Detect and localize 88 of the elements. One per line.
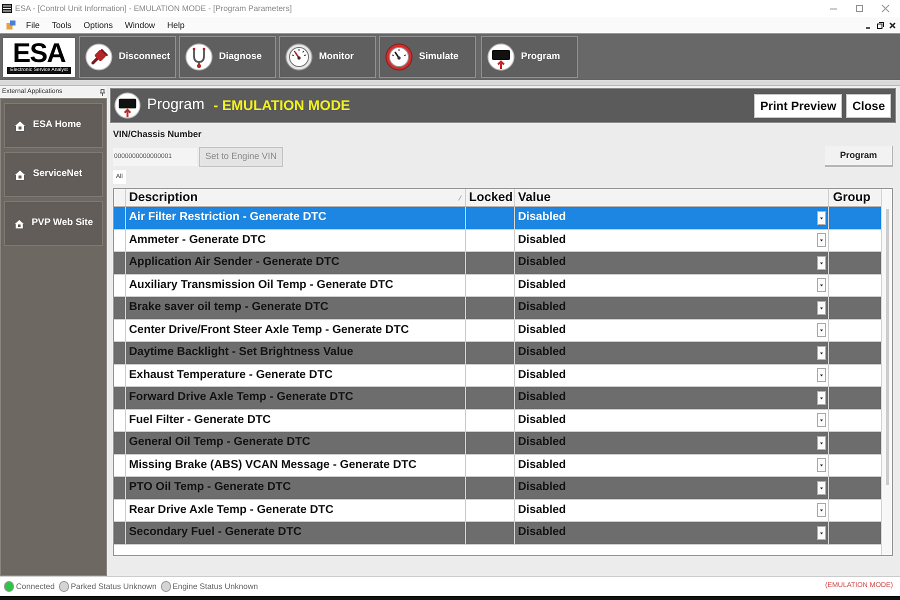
gauge-icon	[285, 43, 313, 71]
value-dropdown[interactable]: Disabled	[515, 342, 829, 364]
table-row[interactable]: Secondary Fuel - Generate DTC Disabled	[114, 522, 881, 544]
value-dropdown[interactable]: Disabled	[515, 207, 829, 228]
column-header[interactable]: Value	[515, 189, 829, 206]
house-icon	[14, 168, 26, 180]
scrollbar[interactable]	[881, 189, 892, 555]
table-cell-text: Brake saver oil temp - Generate DTC	[129, 300, 328, 316]
toolbar-button[interactable]: Program	[481, 36, 578, 78]
table-cell-text: Secondary Fuel - Generate DTC	[129, 525, 302, 540]
value-dropdown[interactable]: Disabled	[515, 477, 829, 498]
gauge-icon	[385, 43, 413, 71]
house-icon	[14, 120, 26, 132]
sidebar-item[interactable]: ESA Home	[4, 103, 103, 148]
status-label: Connected	[16, 580, 55, 592]
table-row[interactable]: Air Filter Restriction - Generate DTC Disabled	[114, 207, 881, 230]
table-cell-text: Center Drive/Front Steer Axle Temp - Generate DTC	[129, 322, 409, 338]
restore-icon[interactable]	[877, 22, 884, 28]
table-cell-text: General Oil Temp - Generate DTC	[129, 435, 310, 450]
table-cell-text: Rear Drive Axle Temp - Generate DTC	[129, 502, 334, 518]
table-row[interactable]: Brake saver oil temp - Generate DTC Disabled	[114, 297, 881, 320]
status-label: Parked Status Unknown	[70, 580, 157, 592]
status-label: Engine Status Unknown	[172, 580, 258, 592]
menu-item[interactable]: Tools	[52, 18, 72, 32]
logo-text: ESA	[12, 40, 66, 66]
table-row[interactable]: PTO Oil Temp - Generate DTC Disabled	[114, 477, 881, 500]
emulation-mode-label: - EMULATION MODE	[214, 96, 350, 115]
sidebar-item[interactable]: PVP Web Site	[4, 201, 103, 246]
table-row[interactable]: Fuel Filter - Generate DTC Disabled	[114, 410, 881, 432]
table-cell-text: Daytime Backlight - Set Brightness Value	[129, 345, 354, 360]
value-dropdown[interactable]: Disabled	[515, 387, 829, 408]
table-row[interactable]: Auxiliary Transmission Oil Temp - Generate DTC Disabled	[114, 274, 881, 297]
table-row[interactable]: Application Air Sender - Generate DTC Disabled	[114, 252, 881, 274]
value-dropdown[interactable]: Disabled	[515, 274, 829, 296]
table-row[interactable]: Missing Brake (ABS) VCAN Message - Generate DTC Disabled	[114, 454, 881, 477]
table-row[interactable]: Ammeter - Generate DTC Disabled	[114, 230, 881, 252]
value-dropdown[interactable]: Disabled	[515, 410, 829, 431]
table-cell-text: Air Filter Restriction - Generate DTC	[129, 210, 326, 226]
panel-title: Program	[147, 95, 205, 116]
app-menu-icon[interactable]	[6, 20, 16, 30]
menu-item[interactable]: Help	[167, 18, 185, 32]
column-header[interactable]: Description	[126, 189, 466, 206]
column-header[interactable]: Locked	[466, 189, 515, 206]
sort-icon	[458, 194, 462, 200]
column-header[interactable]: Group	[829, 189, 881, 206]
plug-icon	[85, 43, 113, 71]
pin-icon[interactable]	[100, 88, 105, 96]
table-row[interactable]: Daytime Backlight - Set Brightness Value Disabled	[114, 342, 881, 364]
stethoscope-icon	[185, 43, 213, 71]
house-icon	[14, 218, 25, 230]
table-cell-text: Application Air Sender - Generate DTC	[129, 255, 340, 270]
value-dropdown[interactable]: Disabled	[515, 500, 829, 521]
table-cell-text: PTO Oil Temp - Generate DTC	[129, 480, 291, 496]
sidebar-item[interactable]: ServiceNet	[4, 152, 103, 197]
value-dropdown[interactable]: Disabled	[515, 297, 829, 318]
table-row[interactable]: Center Drive/Front Steer Axle Temp - Generate DTC Disabled	[114, 320, 881, 342]
toolbar-button[interactable]: Simulate	[379, 36, 476, 78]
value-dropdown[interactable]: Disabled	[515, 252, 829, 274]
program-button[interactable]: Program	[825, 146, 893, 167]
table-cell-text: Fuel Filter - Generate DTC	[129, 412, 271, 428]
table-row[interactable]: General Oil Temp - Generate DTC Disabled	[114, 432, 881, 454]
menu-item[interactable]: File	[26, 18, 40, 32]
vin-label: VIN/Chassis Number	[113, 129, 202, 140]
table-cell-text: Ammeter - Generate DTC	[129, 232, 266, 248]
table-cell-text: Exhaust Temperature - Generate DTC	[129, 368, 333, 383]
value-dropdown[interactable]: Disabled	[515, 364, 829, 386]
close-icon[interactable]	[889, 22, 896, 28]
value-dropdown[interactable]: Disabled	[515, 432, 829, 454]
menu-item[interactable]: Options	[84, 18, 113, 32]
value-dropdown[interactable]: Disabled	[515, 320, 829, 341]
table-row[interactable]: Exhaust Temperature - Generate DTC Disabled	[114, 364, 881, 387]
window-title: ESA - [Control Unit Information] - EMULATION MODE - [Program Parameters]	[15, 2, 292, 14]
menu-item[interactable]: Window	[124, 18, 156, 32]
toolbar-button[interactable]: Diagnose	[179, 36, 276, 78]
value-dropdown[interactable]: Disabled	[515, 522, 829, 544]
panel-button[interactable]: Close	[846, 94, 891, 118]
toolbar-button[interactable]: Monitor	[279, 36, 376, 78]
value-dropdown[interactable]: Disabled	[515, 454, 829, 476]
panel-button[interactable]: Print Preview	[754, 94, 842, 118]
table-cell-text: Missing Brake (ABS) VCAN Message - Generate DTC	[129, 458, 417, 473]
app-icon	[2, 4, 12, 13]
maximize-icon[interactable]	[855, 4, 864, 13]
table-cell-text: Auxiliary Transmission Oil Temp - Generate DTC	[129, 278, 394, 293]
table-cell-text: Forward Drive Axle Temp - Generate DTC	[129, 390, 354, 406]
table-row[interactable]: Rear Drive Axle Temp - Generate DTC Disabled	[114, 500, 881, 522]
value-dropdown[interactable]: Disabled	[515, 230, 829, 251]
toolbar-button[interactable]: Disconnect	[79, 36, 176, 78]
table-row[interactable]: Forward Drive Axle Temp - Generate DTC Disabled	[114, 387, 881, 410]
